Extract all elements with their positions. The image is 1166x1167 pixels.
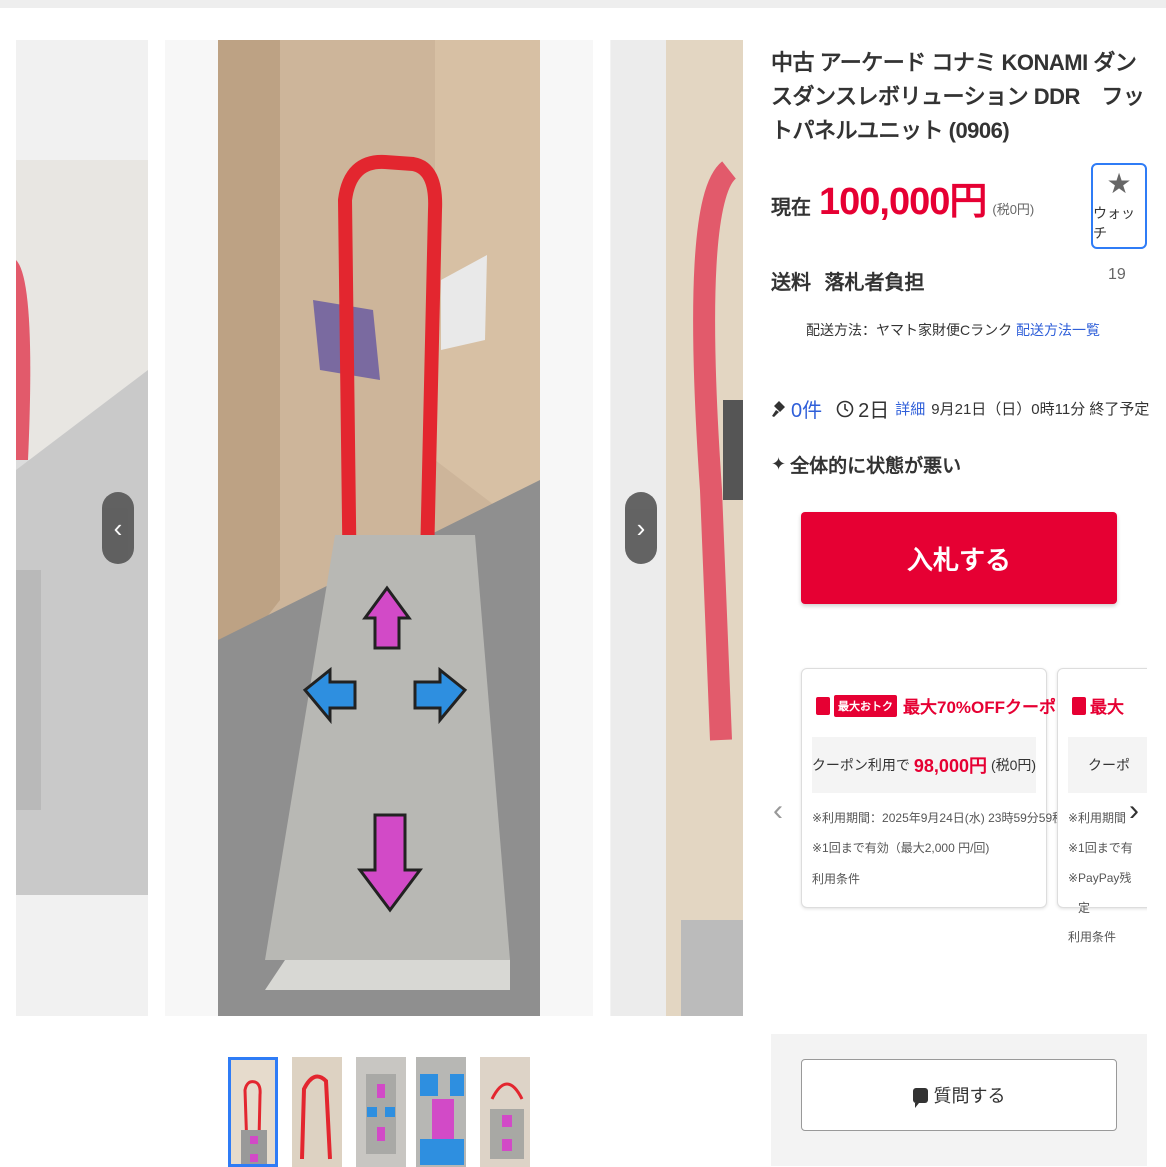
star-icon: ★ — [1106, 168, 1132, 199]
coupon-use-text: クーポン利用で — [811, 757, 910, 773]
sparkle-icon: ✦ — [771, 454, 787, 474]
thumbnail-3[interactable] — [356, 1057, 406, 1167]
thumbnail-5[interactable] — [480, 1057, 530, 1167]
gallery-main-image[interactable] — [165, 40, 593, 1016]
watch-button[interactable]: ★ ウォッチ — [1091, 163, 1147, 249]
condition-row: ✦ 全体的に状態が悪い — [771, 451, 961, 478]
chevron-left-icon: ‹ — [113, 512, 123, 543]
watch-count: 19 — [1108, 266, 1126, 283]
coupon-header-2: 最大 — [1072, 693, 1124, 718]
coupon-badge: 最大おトク — [834, 694, 897, 717]
clock-icon — [836, 400, 854, 417]
coupon-use-text-2: クーポ — [1088, 757, 1130, 773]
price-label: 現在 — [771, 197, 811, 219]
gallery-prev-button[interactable]: ‹ — [102, 492, 134, 564]
question-button[interactable]: 質問する — [801, 1059, 1117, 1131]
shipping-value: 落札者負担 — [824, 272, 925, 294]
item-title: 中古 アーケード コナミ KONAMI ダンスダンスレボリューション DDR フ… — [771, 50, 1145, 143]
chevron-left-icon: ‹ — [773, 794, 783, 827]
hammer-icon — [772, 400, 785, 417]
shipping-row: 送料 落札者負担 — [771, 266, 933, 295]
coupon-card-2[interactable]: 最大 クーポ ※利用期間 ※1回まで有 ※PayPay残 定 — [1057, 668, 1147, 915]
coupon-terms-link-2[interactable]: 利用条件 — [1068, 928, 1116, 945]
coupon-carousel: 最大おトク 最大70%OFFクーポン クーポン利用で 98,000円 (税0円)… — [771, 666, 1147, 972]
coupon-prev-button[interactable]: ‹ — [773, 794, 783, 828]
gallery-next-button[interactable]: › — [625, 492, 657, 564]
coupon-price: 98,000円 — [913, 756, 987, 776]
shipping-methods-link[interactable]: 配送方法一覧 — [1016, 322, 1100, 338]
top-bar — [0, 0, 1166, 8]
chevron-right-icon: › — [636, 512, 646, 543]
coupon-period-2: ※利用期間 — [1068, 811, 1127, 825]
end-time: 9月21日（日）0時11分 終了予定 — [931, 401, 1150, 418]
shipping-method: 配送方法：ヤマト家財便Cランク 配送方法一覧 — [806, 320, 1100, 340]
bid-button[interactable]: 入札する — [801, 512, 1117, 604]
bid-count[interactable]: 0件 — [791, 394, 822, 423]
chevron-right-icon: › — [1129, 794, 1139, 827]
coupon-title: 最大70%OFFクーポン — [903, 698, 1074, 717]
thumbnail-4[interactable] — [416, 1057, 466, 1167]
thumbnail-2[interactable] — [292, 1057, 342, 1167]
watch-label: ウォッチ — [1093, 205, 1135, 241]
shipping-method-text: 配送方法：ヤマト家財便Cランク — [806, 322, 1013, 338]
coupon-header: 最大おトク 最大70%OFFクーポン — [816, 693, 1073, 718]
coupon-period: ※利用期間：2025年9月24日(水) 23時59分59秒 — [812, 811, 1065, 825]
time-remaining: 2日 — [858, 400, 890, 422]
coupon-card[interactable]: 最大おトク 最大70%OFFクーポン クーポン利用で 98,000円 (税0円)… — [801, 668, 1073, 908]
auction-stats: 0件 2日 詳細 9月21日（日）0時11分 終了予定 — [771, 394, 1149, 423]
image-gallery: ‹ › — [16, 40, 743, 1016]
detail-link[interactable]: 詳細 — [895, 398, 925, 419]
shipping-label: 送料 — [771, 272, 811, 294]
coupon-price-box: クーポン利用で 98,000円 (税0円) — [812, 737, 1036, 793]
coupon-extra2-2: 定 — [1078, 901, 1091, 915]
current-price: 100,000円 — [819, 181, 987, 223]
coupon-tax: (税0円) — [990, 757, 1037, 773]
price-row: 現在 100,000円 (税0円) — [771, 170, 1034, 225]
coupon-title-2: 最大 — [1090, 698, 1124, 717]
coupon-icon — [816, 696, 830, 715]
coupon-limit-2: ※1回まで有 — [1068, 841, 1133, 855]
question-section: 質問する — [771, 1034, 1147, 1166]
speech-bubble-icon — [912, 1087, 928, 1108]
coupon-extra-2: ※PayPay残 — [1068, 871, 1132, 885]
price-tax: (税0円) — [992, 202, 1035, 217]
coupon-terms-link[interactable]: 利用条件 — [812, 870, 860, 887]
coupon-limit: ※1回まで有効（最大2,000 円/回) — [812, 841, 990, 855]
coupon-price-box-2: クーポ — [1068, 737, 1147, 793]
thumbnail-1[interactable] — [228, 1057, 278, 1167]
condition-text: 全体的に状態が悪い — [790, 456, 962, 477]
coupon-icon-2 — [1072, 696, 1086, 715]
question-button-label: 質問する — [933, 1086, 1006, 1106]
coupon-next-button[interactable]: › — [1129, 794, 1139, 828]
